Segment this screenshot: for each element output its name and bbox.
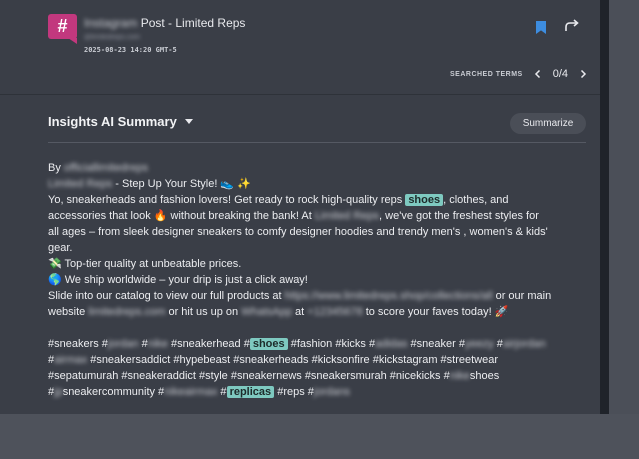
hashtags: #sneakers # xyxy=(48,338,108,350)
body-text: , clothes, and xyxy=(443,194,509,206)
hashtag-line: #jpsneakercommunity #nikeairmax # replica… xyxy=(48,384,592,400)
body-text: , we've got the freshest styles for xyxy=(379,210,539,222)
blurred-text: +12345678 xyxy=(307,306,363,318)
hashtags: #fashion #kicks # xyxy=(287,338,376,350)
post-title: Instagram Post - Limited Reps xyxy=(84,16,245,30)
hashtag-line: #sepatumurah #sneakeraddict #style #snea… xyxy=(48,368,592,384)
summarize-button[interactable]: Summarize xyxy=(510,113,586,134)
blurred-tag: airjordan xyxy=(502,338,546,350)
hashtags: # xyxy=(493,338,503,350)
post-handle: @limitedreps.com xyxy=(84,34,141,41)
searched-terms: SEARCHED TERMS 0/4 xyxy=(450,68,589,80)
body-text: to score your faves today! 🚀 xyxy=(362,306,509,318)
hashtags: #sneaker # xyxy=(407,338,465,350)
blurred-tag: yeezy xyxy=(464,338,494,350)
by-label: By xyxy=(48,162,61,174)
caret-down-icon xyxy=(184,119,193,124)
body-line: 💸 Top-tier quality at unbeatable prices. xyxy=(48,258,242,270)
hashtags: #reps # xyxy=(274,386,314,398)
post-header: # Instagram Post - Limited Reps @limited… xyxy=(48,14,592,94)
scrollbar[interactable] xyxy=(600,0,609,414)
blurred-tag: airmax xyxy=(54,354,88,366)
blurred-tag: jordans xyxy=(313,386,350,398)
author-name: officiallimitedreps xyxy=(63,162,149,174)
hashtags: #sneakersaddict #hypebeast #sneakerheads… xyxy=(87,354,499,366)
summary-divider xyxy=(48,142,586,143)
blurred-tag: jordan xyxy=(107,338,139,350)
summary-dropdown[interactable]: Insights AI Summary xyxy=(48,114,193,129)
search-highlight: replicas xyxy=(226,386,275,398)
body-line: Yo, sneakerheads and fashion lovers! Get… xyxy=(48,192,592,208)
blurred-link: limitedreps.com xyxy=(88,306,166,318)
blurred-tag: jp xyxy=(54,386,63,398)
hashtags: sneakercommunity # xyxy=(62,386,165,398)
body-line: Limited Reps - Step Up Your Style! 👟 ✨ xyxy=(48,176,592,192)
search-counter: 0/4 xyxy=(552,68,569,80)
body-line: 🌎 We ship worldwide – your drip is just … xyxy=(48,274,308,286)
post-body: By officiallimitedreps Limited Reps - St… xyxy=(48,160,592,400)
chevron-left-icon[interactable] xyxy=(532,68,544,80)
chevron-right-icon[interactable] xyxy=(577,68,589,80)
blurred-text: Limited Reps xyxy=(314,210,380,222)
blurred-tag: nikeairmax xyxy=(164,386,218,398)
searched-terms-label: SEARCHED TERMS xyxy=(450,70,523,78)
body-text: accessories that look 🔥 without breaking… xyxy=(48,210,315,222)
blurred-text: WhatsApp xyxy=(241,306,292,318)
blurred-tag: nike xyxy=(147,338,168,350)
platform-name: Instagram xyxy=(84,16,138,30)
hashtags: # xyxy=(217,386,227,398)
body-line: all ages – from sleek designer sneakers … xyxy=(48,226,548,238)
body-text: or our main xyxy=(492,290,552,302)
search-highlight: shoes xyxy=(405,194,444,206)
hashtag-line: #airmax #sneakersaddict #hypebeast #snea… xyxy=(48,352,592,368)
body-text: - Step Up Your Style! 👟 ✨ xyxy=(112,178,251,190)
hashtag-icon-tail xyxy=(68,38,77,44)
body-text: website xyxy=(48,306,89,318)
hashtags: shoes xyxy=(469,370,500,382)
header-divider xyxy=(0,94,600,95)
body-line: gear. xyxy=(48,242,73,254)
body-line: website limitedreps.com or hit us up on … xyxy=(48,304,592,320)
hashtags: #sepatumurah #sneakeraddict #style #snea… xyxy=(48,370,450,382)
post-title-text: Post - Limited Reps xyxy=(140,16,246,30)
blurred-tag: adidas xyxy=(375,338,408,350)
background-band xyxy=(0,414,639,459)
body-text: at xyxy=(291,306,308,318)
search-highlight: shoes xyxy=(249,338,288,350)
body-line: Slide into our catalog to view our full … xyxy=(48,288,592,304)
blurred-link: https://www.limitedreps.shop/collections… xyxy=(284,290,493,302)
hashtags: # xyxy=(138,338,148,350)
post-timestamp: 2025-08-23 14:20 GMT-5 xyxy=(84,46,177,54)
blurred-tag: nike xyxy=(449,370,470,382)
body-text: Slide into our catalog to view our full … xyxy=(48,290,285,302)
bookmark-icon[interactable] xyxy=(536,21,546,34)
body-line: By officiallimitedreps xyxy=(48,160,592,176)
hashtags: #sneakerhead # xyxy=(167,338,250,350)
body-line: accessories that look 🔥 without breaking… xyxy=(48,208,592,224)
summary-title: Insights AI Summary xyxy=(48,114,177,129)
share-icon[interactable] xyxy=(564,17,580,33)
hashtag-icon: # xyxy=(48,14,77,39)
hashtag-line: #sneakers #jordan #nike #sneakerhead # sh… xyxy=(48,336,592,352)
post-card: # Instagram Post - Limited Reps @limited… xyxy=(0,0,604,414)
blurred-text: Limited Reps xyxy=(48,178,113,190)
body-text: or hit us up on xyxy=(165,306,242,318)
body-text: Yo, sneakerheads and fashion lovers! Get… xyxy=(48,194,406,206)
